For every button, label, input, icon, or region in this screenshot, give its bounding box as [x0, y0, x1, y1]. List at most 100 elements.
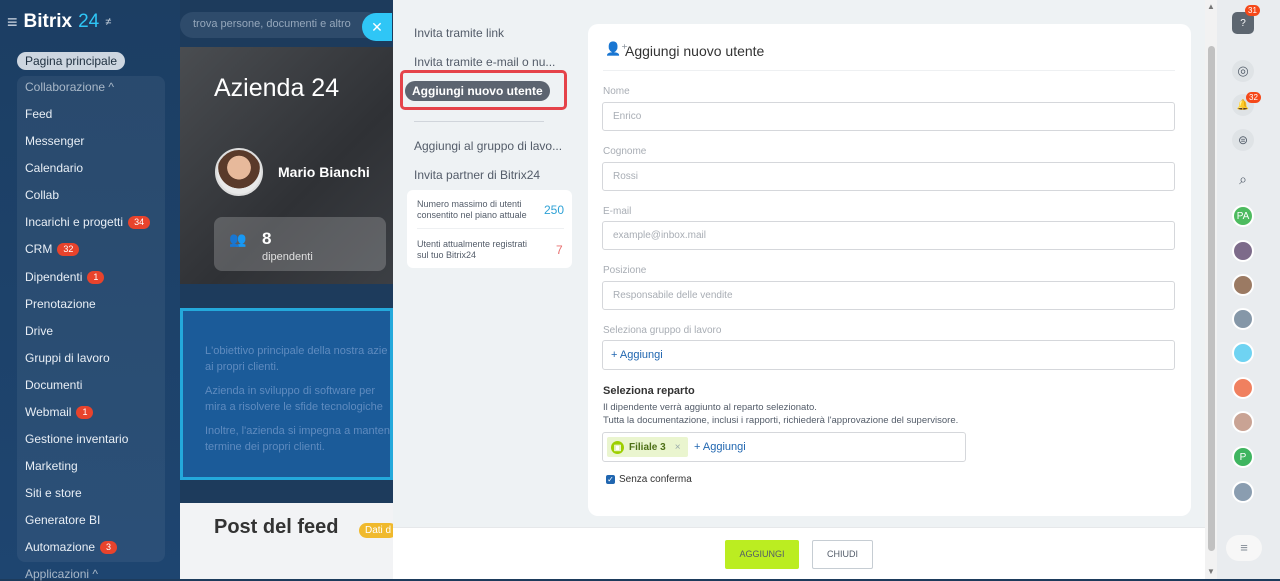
scroll-down-icon[interactable]: ▼ [1207, 567, 1215, 576]
add-button[interactable]: AGGIUNGI [725, 540, 799, 569]
no-confirmation-label[interactable]: Senza conferma [619, 474, 692, 485]
employees-label: dipendenti [262, 251, 313, 263]
last-name-field[interactable] [602, 162, 1175, 191]
about-text-line: termine dei propri clienti. [205, 441, 325, 453]
contact-avatar[interactable] [1232, 481, 1254, 503]
avatar[interactable] [215, 148, 263, 196]
menu-invite-email[interactable]: Invita tramite e-mail o nu... [414, 55, 555, 69]
sidebar-item[interactable]: Feed [25, 107, 52, 121]
contact-avatar[interactable] [1232, 342, 1254, 364]
sidebar-item-label: Dipendenti [25, 270, 83, 284]
sidebar-item[interactable]: Gruppi di lavoro [25, 351, 110, 365]
stat-max-value: 250 [544, 203, 565, 217]
notifications-badge: 32 [1246, 92, 1261, 103]
scroll-up-icon[interactable]: ▲ [1207, 2, 1215, 11]
workgroup-add-link[interactable]: + Aggiungi [611, 349, 663, 361]
close-slider-icon[interactable]: ✕ [362, 13, 392, 41]
counter-badge: 32 [57, 242, 80, 256]
first-name-label: Nome [603, 86, 630, 97]
sidebar-item-label: Siti e store [25, 486, 82, 500]
sidebar-item-label: Documenti [25, 378, 83, 392]
first-name-field[interactable] [602, 102, 1175, 131]
menu-divider [414, 121, 544, 122]
user-name[interactable]: Mario Bianchi [278, 164, 370, 180]
stat-current-value: 7 [556, 243, 563, 257]
position-field[interactable] [602, 281, 1175, 310]
counter-badge: 1 [76, 405, 94, 419]
contact-avatar[interactable] [1232, 377, 1254, 399]
sidebar-item-label: Collab [25, 188, 60, 202]
sidebar-item[interactable]: Siti e store [25, 486, 82, 500]
workgroup-selector[interactable] [602, 340, 1175, 370]
sidebar-item[interactable]: Collaborazione ^ [25, 80, 114, 94]
form-title: Aggiungi nuovo utente [625, 43, 765, 59]
counter-badge: 34 [128, 215, 151, 229]
sidebar-item[interactable]: Webmail 1 [25, 405, 94, 419]
counter-badge: 1 [87, 270, 105, 284]
sidebar-item[interactable]: Collab [25, 188, 59, 202]
help-badge: 31 [1245, 5, 1260, 16]
sidebar-item-label: Gruppi di lavoro [25, 351, 110, 365]
search-icon[interactable]: ⌕ [1232, 168, 1254, 190]
menu-burger-icon[interactable]: ≡ [7, 12, 18, 33]
close-button[interactable]: CHIUDI [812, 540, 873, 569]
sidebar-item[interactable]: Calendario [25, 161, 83, 175]
chat-icon[interactable]: ⊜ [1232, 129, 1254, 151]
email-label: E-mail [603, 206, 632, 217]
pin-icon[interactable]: ≠ [105, 16, 111, 28]
sidebar-item[interactable]: Dipendenti 1 [25, 270, 105, 284]
sidebar-item[interactable]: Messenger [25, 134, 84, 148]
workgroup-label: Seleziona gruppo di lavoro [603, 325, 722, 336]
sidebar-item-label: Automazione [25, 540, 96, 554]
department-desc-1: Il dipendente verrà aggiunto al reparto … [603, 402, 817, 413]
contact-avatar[interactable]: PA [1232, 205, 1254, 227]
menu-invite-partner[interactable]: Invita partner di Bitrix24 [414, 168, 540, 182]
sidebar-item-label: Generatore BI [25, 513, 101, 527]
sidebar-item-label: Drive [25, 324, 54, 338]
menu-add-user[interactable]: Aggiungi nuovo utente [405, 81, 550, 101]
logo-text: Bitrix [23, 11, 73, 32]
about-text-line: ai propri clienti. [205, 361, 279, 373]
sidebar-item[interactable]: Drive [25, 324, 53, 338]
sidebar-item-label: Collaborazione ^ [25, 80, 115, 94]
contact-avatar[interactable] [1232, 240, 1254, 262]
company-name: Azienda 24 [214, 74, 340, 102]
search-input[interactable]: trova persone, documenti e altro [180, 12, 380, 38]
menu-add-to-group[interactable]: Aggiungi al gruppo di lavo... [414, 139, 562, 153]
logo[interactable]: ≡ Bitrix 24 ≠ [7, 11, 111, 33]
sidebar-item[interactable]: Marketing [25, 459, 78, 473]
sidebar-item-label: Webmail [25, 405, 72, 419]
sidebar-item-label: Messenger [25, 134, 85, 148]
more-menu-icon[interactable]: ≡ [1226, 535, 1262, 561]
about-text-line: L'obiettivo principale della nostra azie [205, 345, 388, 357]
sidebar-item[interactable]: Automazione 3 [25, 540, 118, 554]
remove-tag-icon[interactable]: × [675, 442, 681, 453]
contact-avatar[interactable]: P [1232, 446, 1254, 468]
nav-home[interactable]: Pagina principale [17, 52, 126, 70]
sidebar-item[interactable]: Generatore BI [25, 513, 100, 527]
scrollbar-thumb[interactable] [1208, 46, 1215, 551]
copilot-icon[interactable]: ◎ [1232, 60, 1254, 82]
stat-max-label: Numero massimo di utenti consentito nel … [417, 199, 527, 220]
sidebar-item[interactable]: Documenti [25, 378, 82, 392]
slider-footer [393, 527, 1205, 579]
last-name-label: Cognome [603, 146, 647, 157]
feed-title: Post del feed [214, 516, 339, 538]
counter-badge: 3 [100, 540, 118, 554]
employees-count: 8 [262, 229, 272, 248]
sidebar-item[interactable]: Gestione inventario [25, 432, 128, 446]
email-field[interactable] [602, 221, 1175, 250]
contact-avatar[interactable] [1232, 308, 1254, 330]
sidebar-item[interactable]: Prenotazione [25, 297, 96, 311]
sidebar-item-label: Prenotazione [25, 297, 96, 311]
department-tag[interactable]: ▣ Filiale 3 × [607, 437, 688, 457]
contact-avatar[interactable] [1232, 411, 1254, 433]
contact-avatar[interactable] [1232, 274, 1254, 296]
menu-invite-link[interactable]: Invita tramite link [414, 26, 504, 40]
sidebar-item[interactable]: CRM 32 [25, 242, 80, 256]
sidebar-item[interactable]: Incarichi e progetti 34 [25, 215, 151, 229]
position-label: Posizione [603, 265, 647, 276]
department-title: Seleziona reparto [603, 385, 695, 397]
no-confirmation-checkbox[interactable]: ✓ [606, 475, 615, 484]
department-add-link[interactable]: + Aggiungi [694, 441, 746, 453]
